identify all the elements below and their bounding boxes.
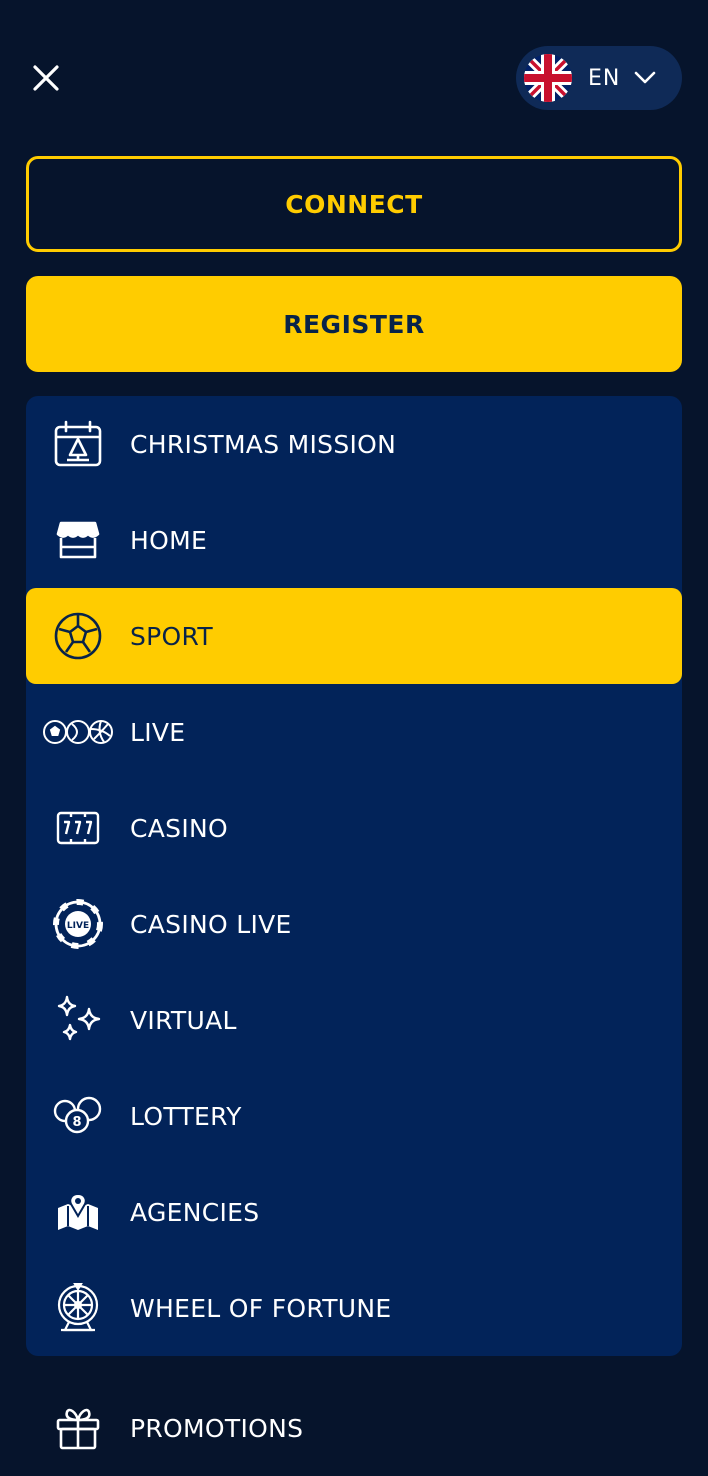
close-button[interactable] bbox=[26, 58, 66, 98]
menu-item-casino[interactable]: CASINO bbox=[26, 780, 682, 876]
menu-item-promotions[interactable]: PROMOTIONS bbox=[26, 1380, 682, 1476]
wheel-icon bbox=[26, 1283, 130, 1333]
menu-item-home[interactable]: HOME bbox=[26, 492, 682, 588]
store-icon bbox=[26, 520, 130, 560]
menu-item-sport[interactable]: SPORT bbox=[26, 588, 682, 684]
menu-item-label: LOTTERY bbox=[130, 1101, 242, 1131]
language-selector[interactable]: EN bbox=[516, 46, 682, 110]
menu-item-casino-live[interactable]: LIVE CASINO LIVE bbox=[26, 876, 682, 972]
map-pin-icon bbox=[26, 1192, 130, 1232]
menu-item-label: CASINO bbox=[130, 813, 228, 843]
register-button[interactable]: REGISTER bbox=[26, 276, 682, 372]
calendar-tree-icon bbox=[26, 419, 130, 469]
menu-item-label: CASINO LIVE bbox=[130, 909, 292, 939]
svg-text:8: 8 bbox=[72, 1115, 81, 1130]
menu-item-label: SPORT bbox=[130, 621, 213, 651]
chevron-down-icon bbox=[634, 71, 656, 85]
gift-icon bbox=[26, 1406, 130, 1450]
menu-item-virtual[interactable]: VIRTUAL bbox=[26, 972, 682, 1068]
menu-item-label: AGENCIES bbox=[130, 1197, 260, 1227]
menu-item-live[interactable]: LIVE bbox=[26, 684, 682, 780]
menu-item-label: VIRTUAL bbox=[130, 1005, 237, 1035]
menu-item-label: LIVE bbox=[130, 717, 186, 747]
soccer-ball-icon bbox=[26, 611, 130, 661]
lottery-balls-icon: 8 bbox=[26, 1096, 130, 1136]
main-menu: CHRISTMAS MISSION HOME SPORT LIVE CASINO… bbox=[26, 396, 682, 1356]
connect-button[interactable]: CONNECT bbox=[26, 156, 682, 252]
menu-item-label: HOME bbox=[130, 525, 208, 555]
close-icon bbox=[33, 65, 59, 91]
uk-flag-icon bbox=[524, 54, 572, 102]
sports-balls-icon bbox=[26, 719, 130, 745]
menu-item-label: PROMOTIONS bbox=[130, 1413, 304, 1443]
menu-item-lottery[interactable]: 8 LOTTERY bbox=[26, 1068, 682, 1164]
svg-text:LIVE: LIVE bbox=[67, 921, 89, 931]
menu-item-agencies[interactable]: AGENCIES bbox=[26, 1164, 682, 1260]
menu-item-label: WHEEL OF FORTUNE bbox=[130, 1293, 392, 1323]
live-chip-icon: LIVE bbox=[26, 899, 130, 949]
menu-item-wheel-of-fortune[interactable]: WHEEL OF FORTUNE bbox=[26, 1260, 682, 1356]
menu-item-christmas-mission[interactable]: CHRISTMAS MISSION bbox=[26, 396, 682, 492]
menu-item-label: CHRISTMAS MISSION bbox=[130, 429, 397, 459]
slot-777-icon bbox=[26, 811, 130, 845]
language-code: EN bbox=[588, 65, 621, 91]
sparkles-icon bbox=[26, 995, 130, 1045]
